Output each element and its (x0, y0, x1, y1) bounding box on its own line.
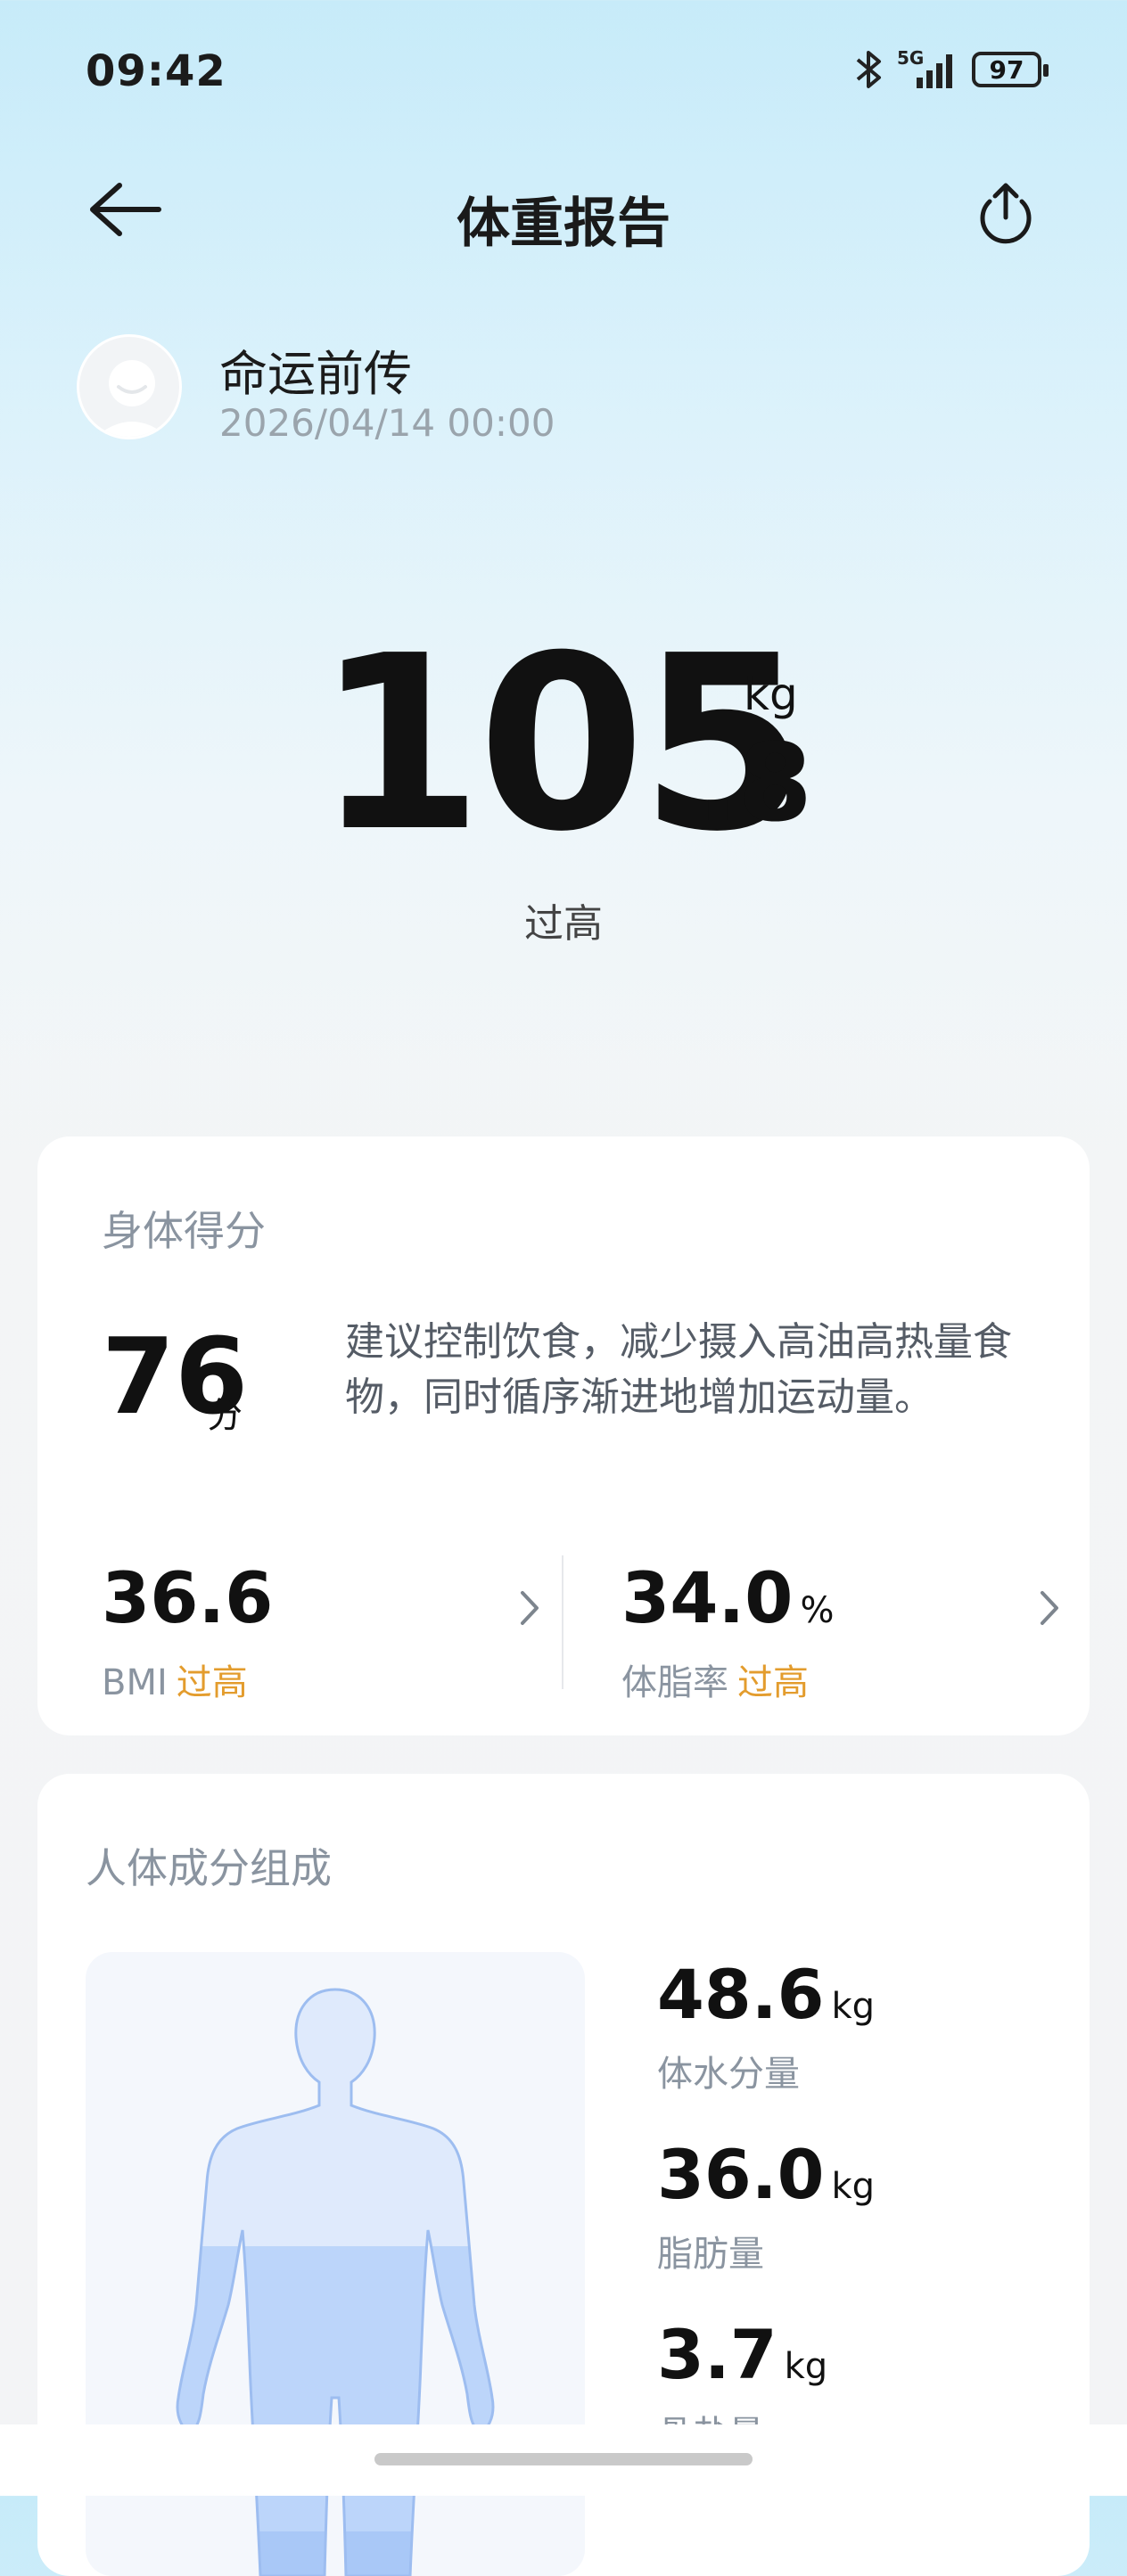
metric-divider (562, 1555, 564, 1689)
fat-mass-unit: kg (831, 2166, 876, 2207)
fat-mass-value: 36.0 (657, 2135, 825, 2214)
fat-mass-label: 脂肪量 (657, 2234, 764, 2275)
fat-mass-value-row: 36.0 kg (657, 2141, 1058, 2209)
body-water-unit: kg (831, 1986, 876, 2027)
body-fat-value-row: 34.0% (621, 1564, 834, 1634)
body-fat-value: 34.0 (621, 1559, 794, 1639)
bmi-value: 36.6 (102, 1559, 274, 1639)
weight-decimal: .8 (697, 722, 813, 846)
body-fat-unit: % (800, 1590, 835, 1631)
composition-title: 人体成分组成 (86, 1844, 332, 1892)
bone-mass-value-row: 3.7 kg (657, 2321, 1058, 2389)
bmi-label-row: BMI 过高 (102, 1653, 248, 1705)
body-score-unit: 分 (207, 1395, 243, 1436)
bmi-label: BMI (102, 1662, 168, 1703)
battery-icon: 97 (972, 52, 1049, 87)
status-icons: 5G 97 (854, 46, 1049, 93)
share-button[interactable] (970, 175, 1041, 246)
measure-datetime: 2026/04/14 00:00 (219, 401, 555, 445)
chevron-right-icon (521, 1591, 539, 1625)
bmi-metric[interactable]: 36.6 BMI 过高 (102, 1559, 547, 1703)
default-avatar-icon (95, 360, 169, 437)
status-time: 09:42 (86, 46, 226, 96)
weight-status: 过高 (524, 901, 603, 947)
home-indicator[interactable] (374, 2453, 753, 2465)
top-bar: 体重报告 (0, 160, 1127, 258)
body-water-value: 48.6 (657, 1955, 825, 2034)
body-advice-text: 建议控制饮食，减少摄入高油高热量食物，同时循序渐进地增加运动量。 (345, 1319, 1012, 1420)
body-water-item: 48.6 kg 体水分量 (657, 1961, 1058, 2096)
body-fat-label-row: 体脂率 过高 (621, 1653, 809, 1705)
fat-mass-item: 36.0 kg 脂肪量 (657, 2141, 1058, 2277)
body-fat-label: 体脂率 (621, 1662, 728, 1703)
signal-icon: 5G (897, 47, 959, 90)
status-bar: 09:42 5G 97 (0, 0, 1127, 134)
bone-mass-value: 3.7 (657, 2315, 777, 2394)
bmi-status: 过高 (176, 1662, 248, 1703)
body-water-label: 体水分量 (657, 2054, 800, 2095)
weight-unit: kg (744, 669, 798, 720)
body-score-card: 身体得分 76 分 建议控制饮食，减少摄入高油高热量食物，同时循序渐进地增加运动… (37, 1136, 1090, 1735)
body-water-value-row: 48.6 kg (657, 1961, 1058, 2029)
chevron-right-icon (1041, 1591, 1058, 1625)
user-name: 命运前传 (219, 346, 412, 402)
bluetooth-icon (856, 51, 881, 88)
weight-display: 105 .8 kg (0, 624, 1127, 874)
body-score-title: 身体得分 (102, 1207, 266, 1255)
body-fat-metric[interactable]: 34.0% 体脂率 过高 (621, 1564, 1067, 1703)
share-icon (980, 183, 1032, 244)
page-title: 体重报告 (457, 193, 670, 255)
avatar[interactable] (77, 334, 182, 439)
body-fat-status: 过高 (737, 1662, 809, 1703)
bone-mass-unit: kg (784, 2346, 828, 2387)
